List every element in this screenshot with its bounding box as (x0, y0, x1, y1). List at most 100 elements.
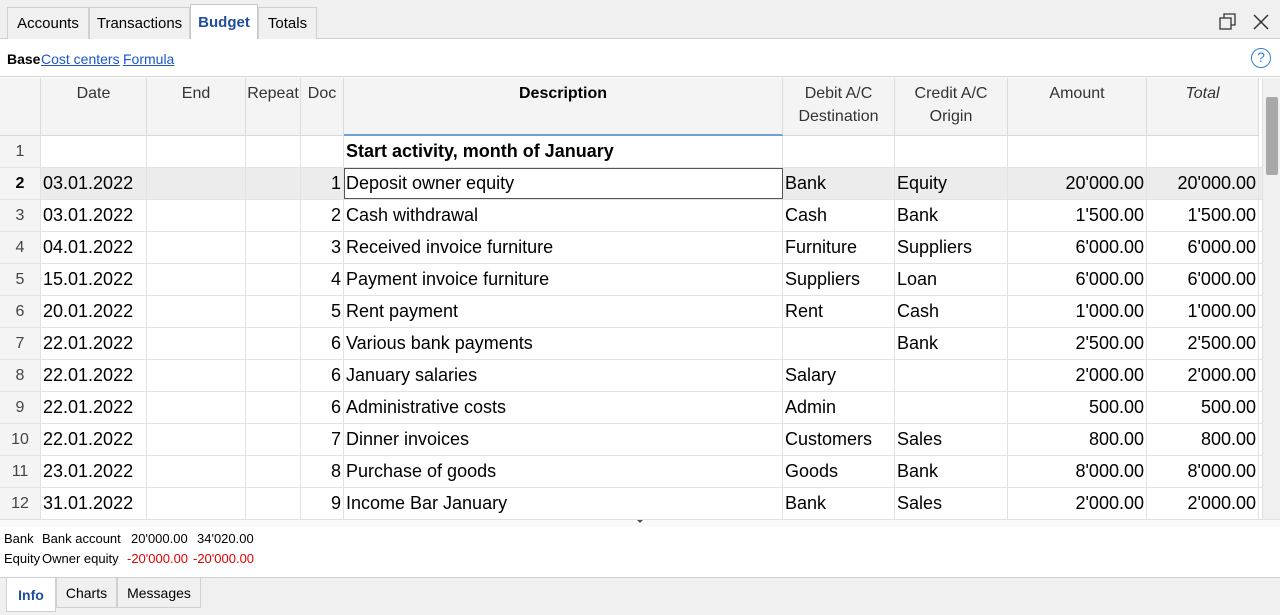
cell-doc[interactable]: 7 (301, 424, 344, 455)
cell-repeat[interactable] (246, 328, 301, 359)
cell-debit[interactable]: Goods (783, 456, 895, 487)
close-icon[interactable] (1251, 12, 1271, 32)
cell-credit[interactable]: Loan (895, 264, 1008, 295)
cell-description[interactable]: Cash withdrawal (344, 200, 783, 231)
cell-end[interactable] (147, 328, 246, 359)
cell-doc[interactable]: 2 (301, 200, 344, 231)
cell-repeat[interactable] (246, 264, 301, 295)
cell-debit[interactable]: Admin (783, 392, 895, 423)
cell-debit[interactable] (783, 136, 895, 167)
cell-repeat[interactable] (246, 488, 301, 519)
table-row[interactable]: 7 22.01.2022 6 Various bank payments Bank 2'5… (0, 328, 1262, 360)
cell-amount[interactable]: 6'000.00 (1008, 232, 1147, 263)
tab-budget[interactable]: Budget (190, 4, 258, 40)
cell-repeat[interactable] (246, 232, 301, 263)
cell-end[interactable] (147, 360, 246, 391)
cell-end[interactable] (147, 136, 246, 167)
cell-debit[interactable] (783, 328, 895, 359)
column-header-amount[interactable]: Amount (1008, 78, 1147, 136)
cell-amount[interactable]: 20'000.00 (1008, 168, 1147, 199)
table-row[interactable]: 5 15.01.2022 4 Payment invoice furniture Sup… (0, 264, 1262, 296)
cell-repeat[interactable] (246, 424, 301, 455)
view-base[interactable]: Base (7, 51, 40, 67)
column-header-date[interactable]: Date (41, 78, 147, 136)
cell-repeat[interactable] (246, 296, 301, 327)
column-header-total[interactable]: Total (1147, 78, 1259, 136)
cell-credit[interactable]: Bank (895, 456, 1008, 487)
cell-end[interactable] (147, 200, 246, 231)
cell-repeat[interactable] (246, 200, 301, 231)
cell-doc[interactable]: 6 (301, 392, 344, 423)
cell-credit[interactable] (895, 360, 1008, 391)
tab-charts[interactable]: Charts (56, 578, 117, 608)
cell-credit[interactable]: Equity (895, 168, 1008, 199)
cell-amount[interactable]: 2'000.00 (1008, 360, 1147, 391)
cell-debit[interactable]: Customers (783, 424, 895, 455)
cell-date[interactable]: 03.01.2022 (41, 168, 147, 199)
cell-total[interactable]: 1'000.00 (1147, 296, 1259, 327)
cell-debit[interactable]: Cash (783, 200, 895, 231)
cell-description[interactable]: Payment invoice furniture (344, 264, 783, 295)
cell-debit[interactable]: Salary (783, 360, 895, 391)
cell-description[interactable]: Deposit owner equity (344, 168, 783, 199)
cell-date[interactable]: 22.01.2022 (41, 328, 147, 359)
restore-window-icon[interactable] (1218, 12, 1238, 32)
cell-date[interactable]: 31.01.2022 (41, 488, 147, 519)
cell-credit[interactable]: Sales (895, 424, 1008, 455)
cell-repeat[interactable] (246, 168, 301, 199)
cell-end[interactable] (147, 424, 246, 455)
cell-date[interactable]: 23.01.2022 (41, 456, 147, 487)
cell-total[interactable]: 1'500.00 (1147, 200, 1259, 231)
cell-repeat[interactable] (246, 136, 301, 167)
table-row[interactable]: 3 03.01.2022 2 Cash withdrawal Cash Bank 1'500… (0, 200, 1262, 232)
cell-description[interactable]: Dinner invoices (344, 424, 783, 455)
cell-description[interactable]: Rent payment (344, 296, 783, 327)
cell-date[interactable]: 20.01.2022 (41, 296, 147, 327)
cell-amount[interactable]: 500.00 (1008, 392, 1147, 423)
cell-credit[interactable]: Sales (895, 488, 1008, 519)
cell-credit[interactable] (895, 136, 1008, 167)
cell-debit[interactable]: Furniture (783, 232, 895, 263)
cell-repeat[interactable] (246, 456, 301, 487)
table-row[interactable]: 4 04.01.2022 3 Received invoice furniture Fu… (0, 232, 1262, 264)
table-row[interactable]: 6 20.01.2022 5 Rent payment Rent Cash 1'000.00… (0, 296, 1262, 328)
cell-date[interactable]: 03.01.2022 (41, 200, 147, 231)
cell-repeat[interactable] (246, 392, 301, 423)
cell-description[interactable]: Various bank payments (344, 328, 783, 359)
cell-doc[interactable]: 6 (301, 360, 344, 391)
cell-total[interactable]: 500.00 (1147, 392, 1259, 423)
cell-amount[interactable]: 8'000.00 (1008, 456, 1147, 487)
cell-doc[interactable]: 6 (301, 328, 344, 359)
column-header-description[interactable]: Description (344, 78, 783, 136)
cell-amount[interactable]: 800.00 (1008, 424, 1147, 455)
cell-amount[interactable]: 2'500.00 (1008, 328, 1147, 359)
column-header-repeat[interactable]: Repeat (246, 78, 301, 136)
cell-doc[interactable]: 5 (301, 296, 344, 327)
cell-total[interactable]: 800.00 (1147, 424, 1259, 455)
view-formula-link[interactable]: Formula (123, 51, 174, 67)
cell-credit[interactable]: Suppliers (895, 232, 1008, 263)
cell-total[interactable]: 8'000.00 (1147, 456, 1259, 487)
tab-accounts[interactable]: Accounts (7, 7, 89, 39)
cell-amount[interactable]: 1'500.00 (1008, 200, 1147, 231)
cell-doc[interactable]: 8 (301, 456, 344, 487)
cell-repeat[interactable] (246, 360, 301, 391)
tab-messages[interactable]: Messages (117, 578, 201, 608)
cell-end[interactable] (147, 264, 246, 295)
column-header-end[interactable]: End (147, 78, 246, 136)
column-header-doc[interactable]: Doc (301, 78, 344, 136)
cell-total[interactable]: 6'000.00 (1147, 232, 1259, 263)
cell-date[interactable]: 15.01.2022 (41, 264, 147, 295)
cell-doc[interactable]: 9 (301, 488, 344, 519)
cell-end[interactable] (147, 168, 246, 199)
cell-description[interactable]: Purchase of goods (344, 456, 783, 487)
cell-description[interactable]: January salaries (344, 360, 783, 391)
cell-date[interactable]: 22.01.2022 (41, 424, 147, 455)
tab-transactions[interactable]: Transactions (89, 7, 190, 39)
cell-date[interactable]: 22.01.2022 (41, 392, 147, 423)
tab-totals[interactable]: Totals (258, 7, 317, 39)
cell-end[interactable] (147, 488, 246, 519)
cell-amount[interactable]: 2'000.00 (1008, 488, 1147, 519)
cell-total[interactable]: 2'000.00 (1147, 360, 1259, 391)
cell-debit[interactable]: Bank (783, 488, 895, 519)
